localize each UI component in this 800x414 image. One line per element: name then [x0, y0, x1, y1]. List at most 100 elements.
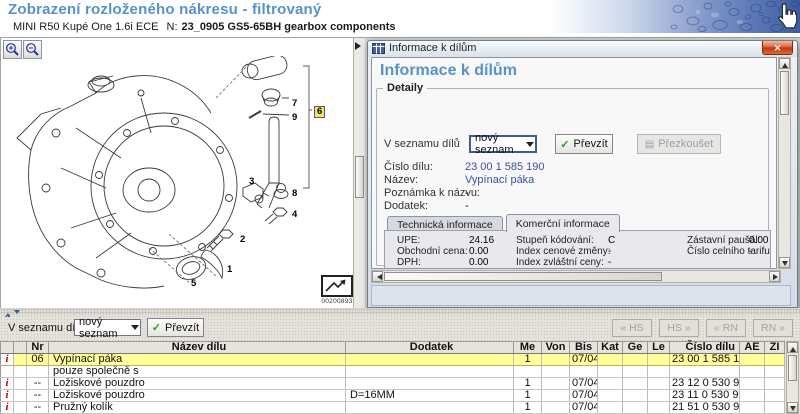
verify-button[interactable]: ▤ Přezkoušet: [637, 134, 721, 154]
field-value: Vypínací páka: [465, 174, 534, 186]
n-label: N:: [167, 21, 178, 33]
header-name: Název dílu: [49, 342, 346, 354]
commercial-row: Číslo celního tarifu:-: [687, 247, 769, 258]
cell-sel: [14, 354, 27, 366]
scroll-right-icon[interactable]: [769, 271, 780, 282]
cell-sel: [14, 366, 27, 378]
drawing-stamp[interactable]: [321, 275, 353, 297]
scrollbar-thumb[interactable]: [780, 71, 789, 115]
part-callout-6[interactable]: 6: [314, 106, 325, 118]
parts-list-label: V seznamu dílů: [8, 322, 84, 334]
cell-bis: [570, 366, 598, 378]
scroll-left-icon[interactable]: [372, 271, 383, 282]
nav-button-1[interactable]: HS »: [659, 319, 699, 337]
scrollbar-thumb[interactable]: [355, 156, 364, 198]
tab-komer-n-informace[interactable]: Komerční informace: [506, 214, 620, 232]
cell-le: [648, 378, 670, 390]
nav-button-3[interactable]: RN »: [753, 319, 793, 337]
close-icon[interactable]: ✕: [762, 41, 793, 55]
splitter-collapse-icon[interactable]: [5, 309, 23, 314]
cell-nr: [27, 366, 49, 378]
table-row[interactable]: i--Ložiskové pouzdroD=16MM107/0423 11 0 …: [1, 390, 785, 402]
parts-list-dropdown-value: nový seznam: [475, 132, 525, 156]
vehicle-model: MINI R50 Kupé One 1.6i ECE: [13, 21, 159, 33]
table-row[interactable]: i--Ložiskové pouzdro107/0423 12 0 530 90…: [1, 378, 785, 390]
table-row[interactable]: i06Vypínací páka107/0423 00 1 585 190: [1, 354, 785, 366]
commercial-col3: Zástavní paušál:0.00Číslo celního tarifu…: [687, 236, 769, 269]
app-window: Zobrazení rozloženého nákresu - filtrova…: [0, 0, 800, 414]
cell-ae: [740, 354, 765, 366]
scroll-down-icon[interactable]: [787, 402, 798, 413]
dialog-titlebar-icon: [372, 43, 385, 57]
cell-cislo: 21 51 0 530 910: [670, 402, 740, 414]
chevron-down-icon: [130, 320, 140, 335]
field-value: 23 00 1 585 190: [465, 161, 545, 173]
cell-zi: [765, 354, 785, 366]
parts-list-toolbar: V seznamu dílů nový seznam ✓ Převzít « H…: [0, 315, 800, 341]
scroll-up-icon[interactable]: [787, 342, 798, 353]
part-callout-2[interactable]: 2: [240, 234, 245, 245]
cell-von: [542, 402, 570, 414]
scrollbar-thumb[interactable]: [788, 355, 797, 381]
dialog-horizontal-scrollbar[interactable]: [371, 270, 781, 283]
details-groupbox: Detaily V seznamu dílů nový seznam ✓ Pře…: [376, 88, 769, 266]
field-label: Dodatek:: [384, 200, 428, 212]
part-callout-8[interactable]: 8: [292, 188, 297, 199]
commercial-row: Index zvláštní ceny:-: [516, 258, 684, 269]
cell-info[interactable]: i: [1, 378, 14, 390]
header-cislo: Číslo dílu: [670, 342, 740, 354]
cell-info[interactable]: i: [1, 354, 14, 366]
cell-kat: [598, 402, 623, 414]
cell-info[interactable]: i: [1, 390, 14, 402]
scrollbar-thumb[interactable]: [384, 272, 662, 281]
exploded-drawing-panel: 796384215 00200893: [0, 38, 364, 308]
nav-button-2[interactable]: « RN: [706, 319, 746, 337]
cell-von: [542, 378, 570, 390]
header-ae: AE: [740, 342, 765, 354]
field-value: -: [465, 187, 469, 199]
cell-kat: [598, 354, 623, 366]
part-callout-4[interactable]: 4: [292, 209, 297, 220]
dialog-content: Informace k dílům Detaily V seznamu dílů…: [371, 57, 777, 269]
parts-list-dropdown[interactable]: nový seznam: [74, 319, 141, 336]
take-over-button[interactable]: ✓ Převzít: [147, 318, 204, 337]
header-von: Von: [542, 342, 570, 354]
page-title: Zobrazení rozloženého nákresu - filtrova…: [8, 1, 321, 18]
check-icon: ✓: [560, 138, 569, 151]
part-callout-3[interactable]: 3: [249, 176, 254, 187]
cell-ge: [623, 402, 648, 414]
part-callout-7[interactable]: 7: [292, 98, 297, 109]
parts-list-dropdown[interactable]: nový seznam: [469, 135, 537, 153]
cell-nr: --: [27, 402, 49, 414]
table-row[interactable]: pouze společně s: [1, 366, 785, 378]
cell-kat: [598, 366, 623, 378]
cell-ge: [623, 366, 648, 378]
part-callout-5[interactable]: 5: [191, 278, 196, 289]
verify-icon: ▤: [645, 139, 654, 150]
dialog-titlebar[interactable]: Informace k dílům ✕: [368, 41, 797, 57]
dialog-vertical-scrollbar[interactable]: [778, 57, 791, 269]
part-callout-9[interactable]: 9: [292, 112, 297, 123]
drawing-vertical-scrollbar[interactable]: [353, 38, 365, 308]
commercial-col2: Stupeň kódování:CIndex cenové změny:-Ind…: [516, 236, 684, 269]
scroll-down-icon[interactable]: [779, 257, 790, 268]
cell-info[interactable]: i: [1, 402, 14, 414]
cell-le: [648, 354, 670, 366]
cell-dodatek: D=16MM: [346, 390, 514, 402]
table-row[interactable]: i--Pružný kolík107/0421 51 0 530 910: [1, 402, 785, 414]
take-over-button[interactable]: ✓ Převzít: [555, 134, 613, 154]
nav-button-0[interactable]: « HS: [612, 319, 652, 337]
scroll-up-icon[interactable]: [779, 58, 790, 69]
cell-dodatek: [346, 366, 514, 378]
stamp-arrow-icon: [323, 277, 351, 295]
table-vertical-scrollbar[interactable]: [786, 341, 799, 414]
cell-sel: [14, 402, 27, 414]
header-zi: ZI: [765, 342, 785, 354]
cell-kat: [598, 378, 623, 390]
commercial-col1: UPE:24.16Obchodní cena:0.00DPH:0.00Mimot…: [397, 236, 515, 269]
field-label: Číslo dílu:: [384, 161, 433, 173]
splitter-bar[interactable]: [0, 308, 800, 315]
part-callout-1[interactable]: 1: [227, 264, 232, 275]
cell-ge: [623, 378, 648, 390]
panel-collapse-arrow-icon[interactable]: [355, 42, 365, 50]
